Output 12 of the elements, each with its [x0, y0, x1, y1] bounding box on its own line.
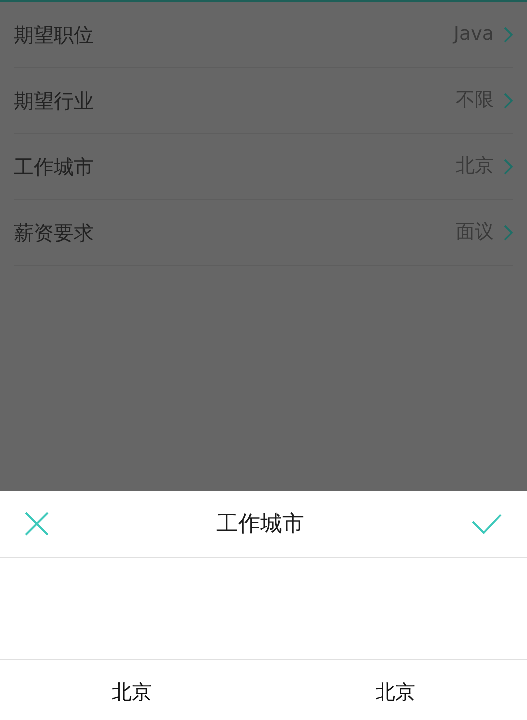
close-button[interactable]	[24, 511, 50, 537]
picker-option[interactable]: 北京	[112, 680, 152, 720]
setting-label: 工作城市	[14, 154, 94, 180]
setting-label: 期望职位	[14, 22, 94, 48]
setting-label: 薪资要求	[14, 220, 94, 246]
sheet-title: 工作城市	[216, 510, 306, 538]
picker-option[interactable]: 北京	[375, 680, 416, 720]
chevron-right-icon	[504, 224, 513, 240]
chevron-right-icon	[504, 158, 513, 174]
chevron-right-icon	[504, 26, 513, 42]
chevron-right-icon	[504, 92, 513, 108]
setting-label: 期望行业	[14, 88, 94, 114]
